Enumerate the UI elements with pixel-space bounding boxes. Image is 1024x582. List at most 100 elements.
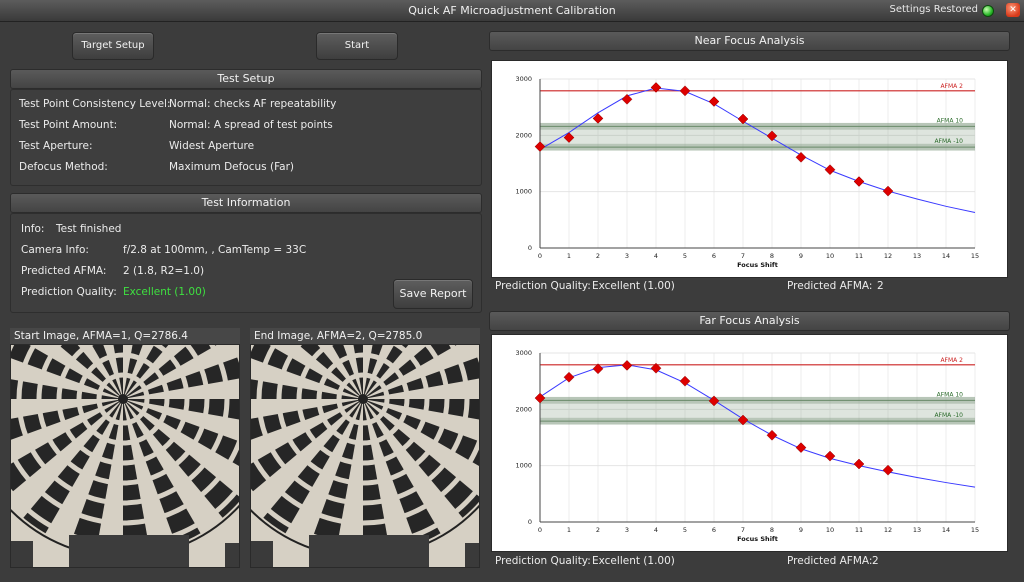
setup-value-defocus: Maximum Defocus (Far) [169,161,294,173]
status-led-icon [982,5,994,17]
x-tick-label: 7 [741,252,745,260]
y-tick-label: 0 [528,244,532,252]
info-label: Info: [21,223,45,235]
y-tick-label: 1000 [515,462,532,470]
afma-neg10-label: AFMA -10 [934,138,963,145]
x-tick-label: 10 [826,526,834,534]
predicted-afma-value: 2 (1.8, R2=1.0) [123,265,205,277]
x-tick-label: 9 [799,252,803,260]
setup-label-defocus: Defocus Method: [19,161,108,173]
target-center [358,394,368,404]
x-tick-label: 6 [712,252,716,260]
focus-target-image [251,345,479,567]
data-point [882,185,894,197]
x-tick-label: 10 [826,252,834,260]
focus-target-image [11,345,239,567]
app-window: Quick AF Microadjustment Calibration Set… [0,0,1024,582]
near-focus-chart: AFMA 2 AFMA 10 AFMA -10 0 1 2 3 4 5 6 7 8 9 10 11 12 13 1… [491,60,1008,278]
noise-block [69,535,189,567]
afma-10-label: AFMA 10 [937,391,964,398]
data-point [824,164,836,176]
x-tick-label: 5 [683,526,687,534]
x-tick-label: 12 [884,252,892,260]
data-point [708,96,720,107]
near-quality-label: Prediction Quality: [495,280,591,292]
save-report-button[interactable]: Save Report [393,279,473,309]
setup-value-aperture: Widest Aperture [169,140,255,152]
setup-value-amount: Normal: A spread of test points [169,119,333,131]
start-image-caption: Start Image, AFMA=1, Q=2786.4 [10,328,240,344]
target-setup-button[interactable]: Target Setup [72,32,154,60]
y-tick-label: 0 [528,518,532,526]
x-tick-label: 4 [654,526,658,534]
settings-status-text: Settings Restored [889,4,979,15]
noise-block [225,543,239,567]
setup-label-consistency: Test Point Consistency Level: [19,98,171,110]
info-value: Test finished [56,223,122,235]
y-tick-label: 2000 [515,405,532,413]
x-tick-label: 11 [855,252,863,260]
close-icon[interactable]: ✕ [1006,3,1020,17]
target-center [118,394,128,404]
data-point [621,360,633,371]
near-afma-label: Predicted AFMA: [787,280,873,292]
test-setup-panel: Test Point Consistency Level: Normal: ch… [10,89,482,186]
window-title: Quick AF Microadjustment Calibration [408,4,616,17]
setup-label-aperture: Test Aperture: [19,140,93,152]
x-tick-label: 1 [567,526,571,534]
test-info-header: Test Information [10,193,482,213]
x-tick-label: 7 [741,526,745,534]
x-tick-label: 1 [567,252,571,260]
x-tick-label: 3 [625,526,629,534]
x-tick-label: 0 [538,252,542,260]
title-bar: Quick AF Microadjustment Calibration Set… [0,0,1024,22]
near-focus-header: Near Focus Analysis [489,31,1010,51]
far-focus-chart: AFMA 2 AFMA 10 AFMA -10 0 1 2 3 4 5 6 7 8 9 10 11 12 13 1… [491,334,1008,552]
x-tick-label: 2 [596,526,600,534]
far-quality-value: Excellent (1.00) [592,555,675,567]
x-tick-label: 5 [683,252,687,260]
y-tick-label: 2000 [515,131,532,139]
end-image [250,344,480,568]
x-tick-label: 12 [884,526,892,534]
noise-block [251,541,273,567]
x-tick-label: 0 [538,526,542,534]
far-quality-label: Prediction Quality: [495,555,591,567]
afma-2-label: AFMA 2 [940,83,963,90]
x-tick-label: 9 [799,526,803,534]
test-setup-header: Test Setup [10,69,482,89]
near-afma-value: 2 [877,280,884,292]
x-tick-label: 2 [596,252,600,260]
far-afma-value: 2 [872,555,879,567]
afma-2-label: AFMA 2 [940,357,963,364]
setup-value-consistency: Normal: checks AF repeatability [169,98,337,110]
data-point [853,176,865,187]
x-tick-label: 6 [712,526,716,534]
noise-block [465,543,479,567]
prediction-quality-label: Prediction Quality: [21,286,117,298]
start-image [10,344,240,568]
x-tick-label: 8 [770,252,774,260]
x-axis-label: Focus Shift [737,535,778,543]
x-tick-label: 11 [855,526,863,534]
prediction-quality-value: Excellent (1.00) [123,286,206,298]
start-button[interactable]: Start [316,32,398,60]
noise-block [11,541,33,567]
data-point [882,464,894,476]
far-focus-chart-svg: AFMA 2AFMA 10AFMA -100 1 2 3 4 5 6 7 8 9 10 11 12 13 1… [515,349,979,543]
y-tick-label: 1000 [515,188,532,196]
data-point [563,371,575,383]
near-quality-value: Excellent (1.00) [592,280,675,292]
data-point [766,429,778,441]
camera-info-label: Camera Info: [21,244,89,256]
noise-block [309,535,429,567]
near-focus-chart-svg: AFMA 2AFMA 10AFMA -100 1 2 3 4 5 6 7 8 9 10 11 12 13 1… [515,75,979,269]
x-tick-label: 4 [654,252,658,260]
fit-curve [539,364,976,488]
far-afma-label: Predicted AFMA: [787,555,873,567]
data-point [853,458,865,470]
data-point [679,85,691,97]
afma-neg10-label: AFMA -10 [934,412,963,419]
camera-info-value: f/2.8 at 100mm, , CamTemp = 33C [123,244,307,256]
y-tick-label: 3000 [515,349,532,357]
